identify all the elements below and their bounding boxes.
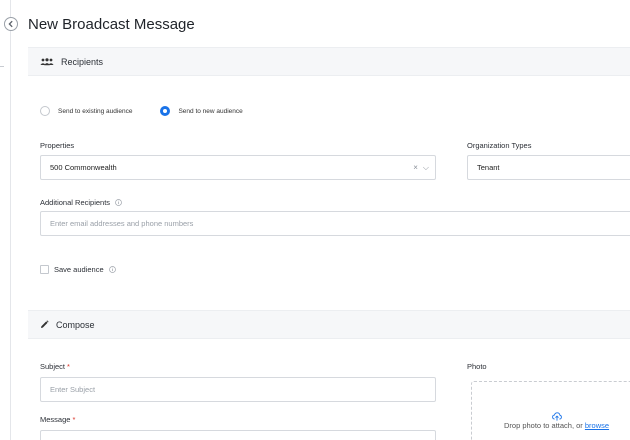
message-label-text: Message <box>40 415 71 424</box>
chevron-left-icon <box>8 20 13 28</box>
dropzone-text: Drop photo to attach, or browse <box>504 421 609 430</box>
radio-existing-audience[interactable]: Send to existing audience <box>40 106 132 116</box>
left-rail <box>0 0 11 440</box>
additional-recipients-label: Additional Recipients <box>40 198 122 207</box>
rail-divider <box>0 66 4 67</box>
radio-new-audience[interactable]: Send to new audience <box>160 106 243 116</box>
chevron-down-icon[interactable]: ⌵ <box>423 163 429 173</box>
organization-types-select[interactable]: Tenant <box>467 155 630 180</box>
compose-section-header: Compose <box>28 310 630 339</box>
pencil-icon <box>40 320 49 329</box>
save-audience-row: Save audience <box>40 265 116 274</box>
message-input[interactable] <box>40 430 436 440</box>
select-actions: × ⌵ <box>408 156 429 179</box>
subject-input[interactable]: Enter Subject <box>40 377 436 402</box>
people-icon <box>40 57 54 66</box>
additional-recipients-input[interactable]: Enter email addresses and phone numbers <box>40 211 630 236</box>
recipients-section-header: Recipients <box>28 47 630 76</box>
properties-select[interactable]: 500 Commonwealth × ⌵ <box>40 155 436 180</box>
properties-label: Properties <box>40 141 75 150</box>
collapse-sidebar-button[interactable] <box>4 17 18 31</box>
dropzone-instruction: Drop photo to attach, or <box>504 421 585 430</box>
save-audience-label: Save audience <box>54 265 104 274</box>
radio-indicator-selected[interactable] <box>160 106 171 116</box>
photo-dropzone[interactable]: Drop photo to attach, or browse <box>471 381 630 440</box>
browse-link[interactable]: browse <box>585 421 609 430</box>
subject-label: Subject * <box>40 362 70 371</box>
compose-section-title: Compose <box>56 319 95 330</box>
subject-placeholder: Enter Subject <box>50 385 96 394</box>
clear-icon[interactable]: × <box>413 163 418 172</box>
required-mark: * <box>72 415 76 424</box>
message-label: Message * <box>40 415 75 424</box>
additional-recipients-label-text: Additional Recipients <box>40 198 111 207</box>
radio-label: Send to new audience <box>178 107 243 115</box>
page-title: New Broadcast Message <box>28 16 195 33</box>
info-icon[interactable] <box>115 199 122 206</box>
photo-label: Photo <box>467 362 487 371</box>
recipients-section-title: Recipients <box>61 56 104 67</box>
organization-types-value: Tenant <box>477 163 500 172</box>
info-icon[interactable] <box>108 266 116 273</box>
additional-recipients-placeholder: Enter email addresses and phone numbers <box>50 219 194 228</box>
radio-indicator[interactable] <box>40 106 50 116</box>
required-mark: * <box>67 362 70 371</box>
radio-label: Send to existing audience <box>58 107 133 115</box>
audience-radio-group: Send to existing audience Send to new au… <box>40 106 271 116</box>
organization-types-label: Organization Types <box>467 141 532 150</box>
save-audience-checkbox[interactable] <box>40 265 49 274</box>
subject-label-text: Subject <box>40 362 66 371</box>
properties-value: 500 Commonwealth <box>50 163 117 172</box>
